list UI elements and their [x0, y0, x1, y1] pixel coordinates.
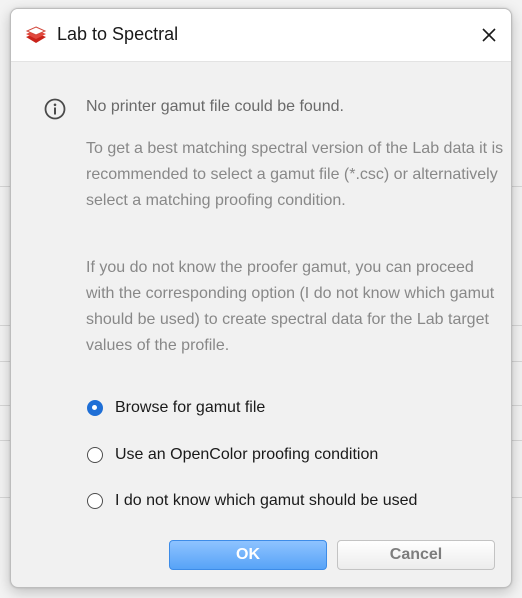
browse-gamut-file-option[interactable]: Browse for gamut file: [87, 397, 265, 419]
opencolor-proofing-condition-option[interactable]: Use an OpenColor proofing condition: [87, 444, 378, 466]
dialog-titlebar: Lab to Spectral: [11, 9, 511, 62]
radio-unselected[interactable]: [87, 493, 103, 509]
background-divider: [0, 325, 10, 326]
gamut-recommendation-text: To get a best matching spectral version …: [86, 140, 504, 209]
close-button[interactable]: [473, 19, 505, 51]
background-divider: [0, 497, 10, 498]
background-divider: [0, 405, 10, 406]
option-label: Browse for gamut file: [115, 399, 266, 416]
background-divider: [512, 405, 522, 406]
ok-button[interactable]: OK: [169, 540, 327, 570]
background-divider: [512, 497, 522, 498]
background-divider: [0, 440, 10, 441]
background-divider: [0, 361, 10, 362]
background-divider: [512, 361, 522, 362]
radio-unselected[interactable]: [87, 447, 103, 463]
option-label: Use an OpenColor proofing condition: [115, 446, 379, 463]
unknown-gamut-explanation-text: If you do not know the proofer gamut, yo…: [86, 259, 495, 354]
no-gamut-file-message: No printer gamut file could be found.: [86, 98, 344, 115]
lab-to-spectral-app-icon: [25, 24, 47, 46]
background-divider: [0, 186, 10, 187]
background-divider: [512, 186, 522, 187]
radio-selected[interactable]: [87, 400, 103, 416]
background-divider: [512, 325, 522, 326]
background-divider: [512, 440, 522, 441]
dialog-title: Lab to Spectral: [57, 24, 179, 44]
cancel-button[interactable]: Cancel: [337, 540, 495, 570]
unknown-gamut-option[interactable]: I do not know which gamut should be used: [87, 490, 417, 512]
close-icon: [482, 28, 496, 42]
option-label: I do not know which gamut should be used: [115, 492, 418, 509]
info-icon: [44, 98, 66, 120]
lab-to-spectral-dialog: Lab to Spectral No printer gamut file co…: [10, 8, 512, 588]
